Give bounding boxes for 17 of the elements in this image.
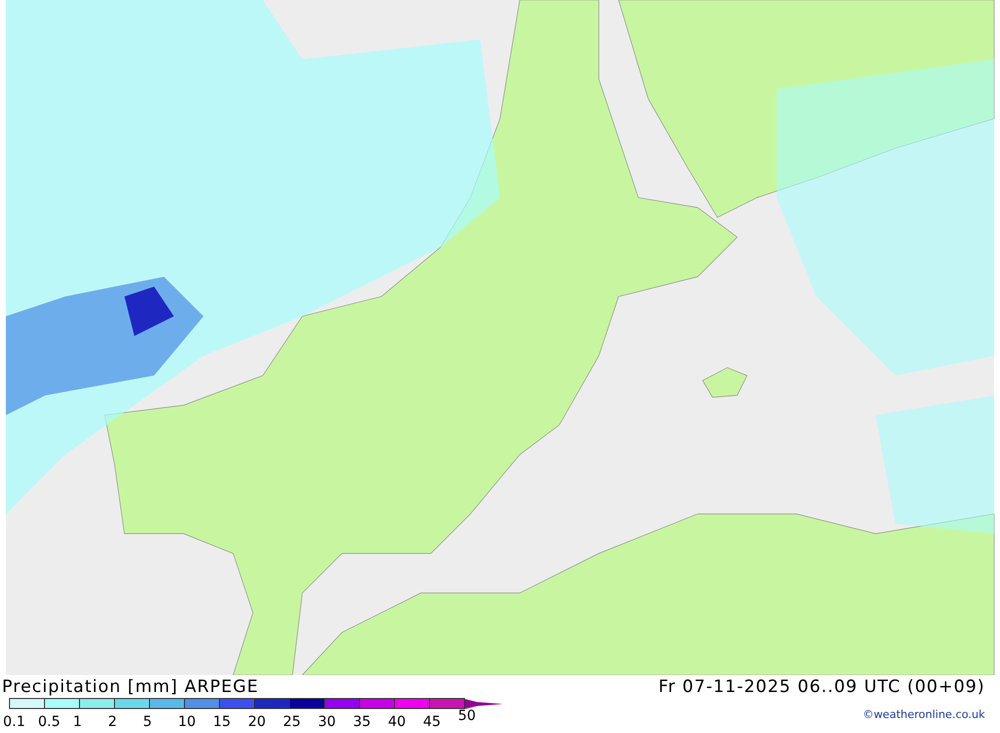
legend-label: 5	[143, 714, 152, 730]
legend-label: 50	[458, 709, 476, 726]
map-title: Precipitation [mm] ARPEGE	[2, 677, 260, 697]
legend-label: 20	[248, 714, 266, 730]
legend-label: 25	[283, 714, 301, 730]
legend-label: 10	[178, 714, 196, 730]
legend-label: 40	[388, 714, 406, 730]
legend-label: 35	[353, 714, 371, 730]
credit-link[interactable]: ©weatheronline.co.uk	[862, 707, 985, 724]
legend-label: 1	[73, 714, 82, 730]
legend-label: 0.1	[3, 714, 26, 730]
legend-label: 2	[108, 714, 117, 730]
legend-label: 15	[213, 714, 231, 730]
valid-time: Fr 07-11-2025 06..09 UTC (00+09)	[658, 677, 985, 697]
legend-label: 45	[423, 714, 441, 730]
legend-label: 30	[318, 714, 336, 730]
legend-label: 0.5	[38, 714, 60, 730]
